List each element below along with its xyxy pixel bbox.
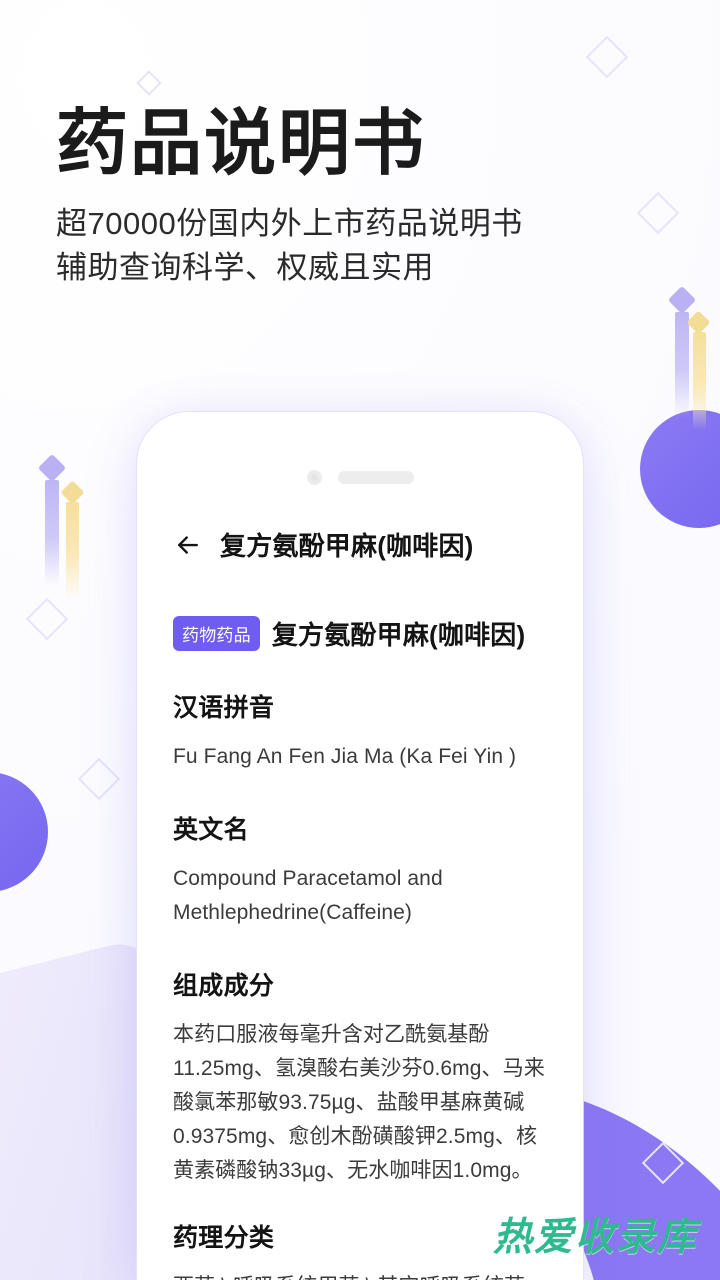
nav-title: 复方氨酚甲麻(咖啡因) [220, 531, 474, 561]
decor-bar-right-purple [675, 312, 689, 418]
status-badge: 药物药品 [173, 616, 260, 651]
decor-diamond-2 [136, 70, 162, 96]
phone-notch [137, 470, 583, 485]
phone-screen: 复方氨酚甲麻(咖啡因) 药物药品 复方氨酚甲麻(咖啡因) 汉语拼音 Fu Fan… [137, 508, 583, 1280]
section-body: 西药 \ 呼吸系统用药 \ 其它呼吸系统药 [173, 1270, 547, 1280]
decor-circle-left [0, 772, 48, 892]
decor-diamond-solid-right-gold [686, 310, 711, 335]
speaker-grille [337, 471, 414, 484]
decor-diamond-1 [585, 35, 629, 79]
page-subtitle: 超70000份国内外上市药品说明书辅助查询科学、权威且实用 [56, 206, 523, 286]
decor-bar-left-purple [45, 480, 59, 586]
decor-diamond-solid-right-purple [667, 285, 697, 315]
section-pharmacology: 药理分类 西药 \ 呼吸系统用药 \ 其它呼吸系统药 [173, 1218, 547, 1280]
section-body: 本药口服液每毫升含对乙酰氨基酚11.25mg、氢溴酸右美沙芬0.6mg、马来酸氯… [173, 1023, 545, 1183]
hero-text-block: 药品说明书 超70000份国内外上市药品说明书辅助查询科学、权威且实用 [56, 108, 656, 290]
section-body: Fu Fang An Fen Jia Ma (Ka Fei Yin ) [173, 745, 517, 768]
section-title: 汉语拼音 [173, 694, 275, 722]
section-body: Compound Paracetamol and Methlephedrine(… [173, 867, 443, 925]
section-title: 英文名 [173, 816, 249, 845]
decor-diamond-solid-left-purple [37, 453, 67, 483]
section-pinyin: 汉语拼音 Fu Fang An Fen Jia Ma (Ka Fei Yin ) [173, 688, 547, 774]
page-root: 药品说明书 超70000份国内外上市药品说明书辅助查询科学、权威且实用 复方氨酚… [0, 0, 720, 1280]
page-title: 药品说明书 [56, 104, 427, 184]
section-title: 组成成分 [173, 972, 275, 1001]
decor-diamond-solid-left-gold [60, 480, 85, 505]
camera-icon [306, 470, 322, 485]
arrow-left-icon[interactable] [173, 530, 203, 560]
decor-bar-left-gold [66, 502, 79, 600]
decor-diamond-6 [77, 757, 121, 801]
section-title: 药理分类 [173, 1224, 275, 1253]
drug-header: 药物药品 复方氨酚甲麻(咖啡因) [173, 615, 547, 652]
section-english-name: 英文名 Compound Paracetamol and Methlephedr… [173, 810, 547, 930]
watermark-logo: 热爱收录库 [492, 1216, 698, 1259]
decor-diamond-5 [25, 597, 69, 641]
phone-mockup: 复方氨酚甲麻(咖啡因) 药物药品 复方氨酚甲麻(咖啡因) 汉语拼音 Fu Fan… [137, 412, 583, 1280]
navigation-bar: 复方氨酚甲麻(咖啡因) [173, 526, 547, 563]
decor-bar-right-gold [693, 332, 706, 430]
decor-circle-right [640, 410, 720, 528]
section-composition: 组成成分 本药口服液每毫升含对乙酰氨基酚11.25mg、氢溴酸右美沙芬0.6mg… [173, 966, 547, 1188]
drug-name: 复方氨酚甲麻(咖啡因) [271, 620, 526, 650]
